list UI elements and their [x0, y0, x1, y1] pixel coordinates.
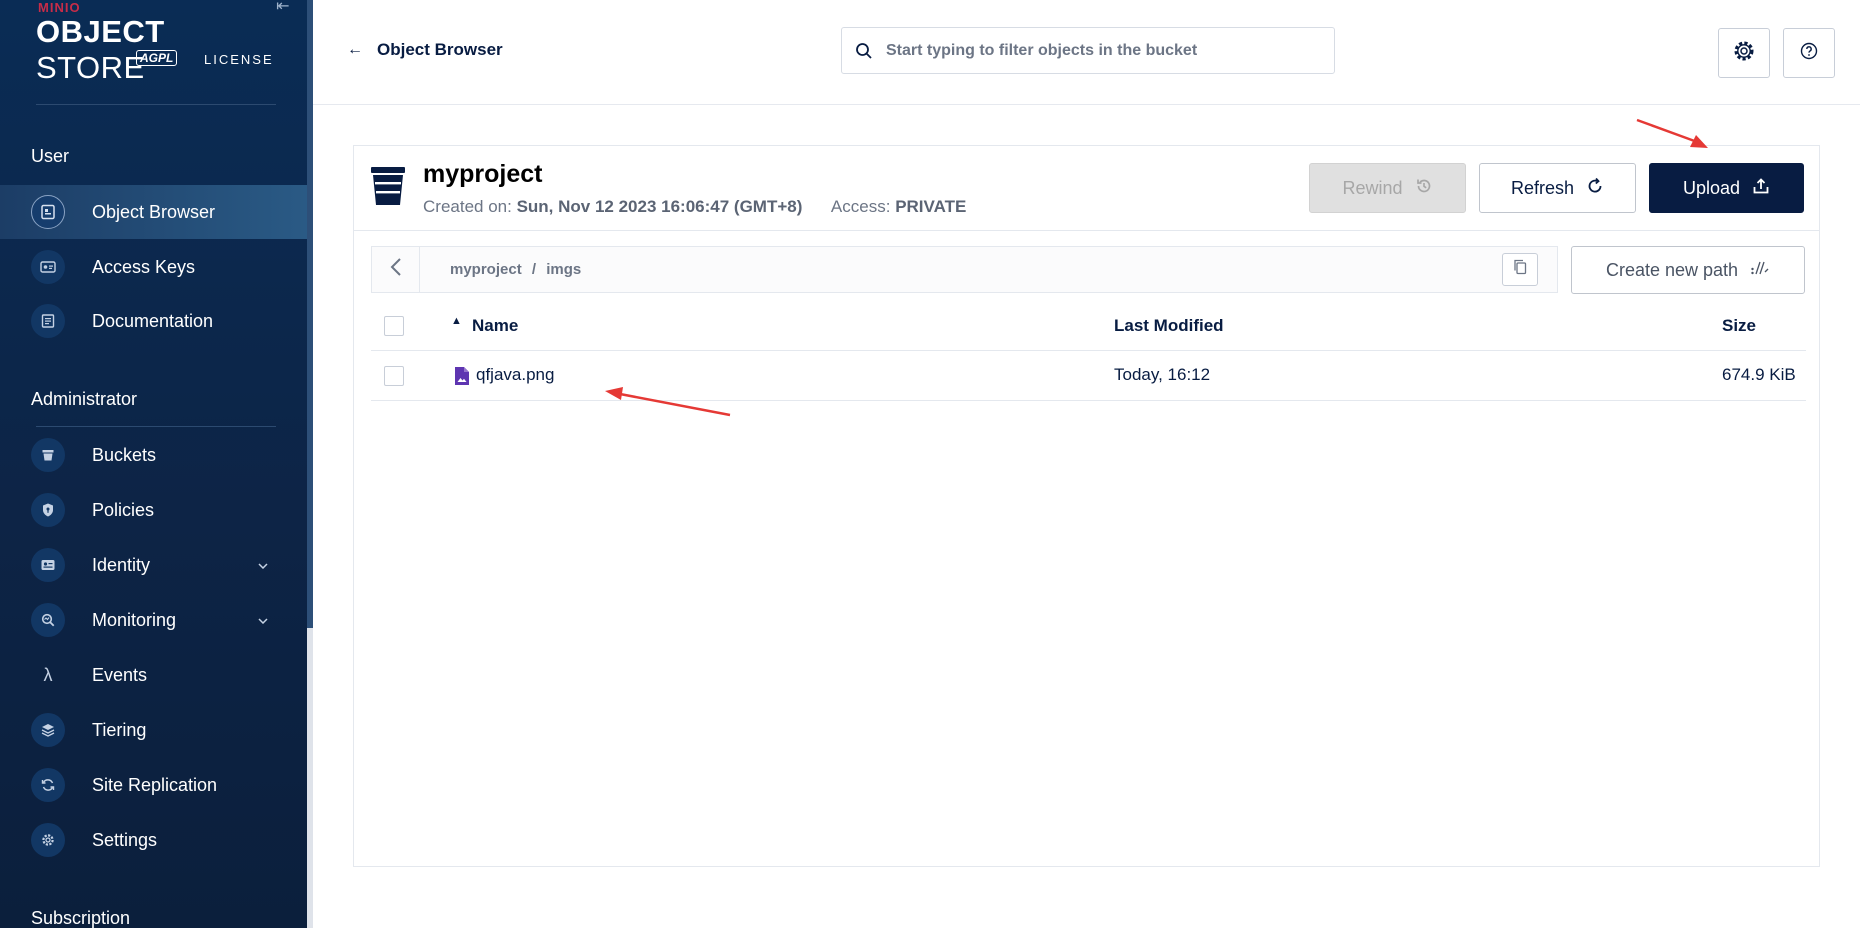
table-header: ▲ Name Last Modified Size	[371, 301, 1806, 351]
rewind-button[interactable]: Rewind	[1309, 163, 1466, 213]
objects-table: ▲ Name Last Modified Size qfjava.png Tod…	[371, 301, 1806, 401]
sidebar-item-label: Object Browser	[92, 201, 216, 222]
settings-button[interactable]	[1718, 28, 1770, 78]
breadcrumb-separator: /	[531, 261, 537, 278]
sidebar-item-identity[interactable]: Identity	[0, 538, 307, 592]
user-section-title: User	[31, 146, 70, 166]
page-title: Object Browser	[377, 40, 503, 59]
table-row[interactable]: qfjava.png Today, 16:12 674.9 KiB	[371, 351, 1806, 401]
lambda-icon: λ	[43, 664, 53, 685]
column-header-size[interactable]: Size	[1722, 316, 1756, 336]
sidebar: MINIO ⇤ OBJECT STORE AGPL LICENSE User O…	[0, 0, 307, 928]
search-input[interactable]	[886, 41, 1306, 60]
replication-icon	[31, 768, 65, 802]
app-root: MINIO ⇤ OBJECT STORE AGPL LICENSE User O…	[0, 0, 1860, 928]
sidebar-item-label: Documentation	[92, 310, 214, 331]
sidebar-item-label: Identity	[92, 554, 151, 575]
tiering-layers-icon	[31, 713, 65, 747]
sidebar-item-buckets[interactable]: Buckets	[0, 428, 307, 482]
refresh-icon	[1586, 177, 1604, 200]
monitoring-icon	[31, 603, 65, 637]
minio-wordmark: MINIO	[38, 0, 81, 15]
subscription-section-title: Subscription	[31, 908, 131, 928]
sidebar-item-label: Settings	[92, 829, 158, 850]
sidebar-item-label: Buckets	[92, 444, 157, 465]
sidebar-item-site-replication[interactable]: Site Replication	[0, 758, 307, 812]
help-button[interactable]	[1783, 28, 1835, 78]
minio-logo: MINIO ⇤ OBJECT STORE AGPL LICENSE	[36, 0, 289, 85]
refresh-button[interactable]: Refresh	[1479, 163, 1636, 213]
upload-icon	[1752, 177, 1770, 200]
sidebar-item-documentation[interactable]: Documentation	[0, 294, 307, 348]
row-checkbox[interactable]	[384, 366, 404, 386]
search-box[interactable]	[841, 27, 1335, 74]
sidebar-item-label: Policies	[92, 499, 155, 520]
sidebar-item-access-keys[interactable]: Access Keys	[0, 240, 307, 294]
gear-icon	[31, 823, 65, 857]
annotation-arrow-upload	[1636, 118, 1708, 148]
select-all-checkbox[interactable]	[384, 316, 404, 336]
copy-path-button[interactable]	[1502, 253, 1538, 286]
breadcrumb-segment-folder[interactable]: imgs	[546, 261, 581, 278]
object-browser-icon	[31, 195, 65, 229]
back-to-object-browser[interactable]: ← Object Browser	[347, 40, 503, 60]
gear-icon	[1731, 38, 1757, 69]
search-icon	[854, 41, 874, 61]
sidebar-item-label: Monitoring	[92, 609, 177, 630]
page-header: ← Object Browser	[313, 0, 1860, 105]
chevron-down-icon[interactable]	[258, 613, 268, 627]
path-back-button[interactable]	[372, 247, 420, 292]
column-header-last-modified[interactable]: Last Modified	[1114, 316, 1224, 336]
upload-button[interactable]: Upload	[1649, 163, 1804, 213]
file-name[interactable]: qfjava.png	[476, 365, 554, 385]
chevron-down-icon[interactable]	[258, 558, 268, 572]
bucket-icon	[370, 166, 406, 206]
arrow-left-icon: ←	[347, 41, 363, 58]
admin-section-title: Administrator	[31, 389, 138, 409]
identity-icon	[31, 548, 65, 582]
sidebar-item-object-browser[interactable]: Object Browser	[0, 185, 307, 239]
bucket-panel: myproject Created on: Sun, Nov 12 2023 1…	[353, 145, 1820, 867]
sidebar-item-settings[interactable]: Settings	[0, 813, 307, 867]
new-path-icon	[1750, 260, 1770, 281]
sidebar-item-monitoring[interactable]: Monitoring	[0, 593, 307, 647]
file-modified: Today, 16:12	[1114, 365, 1211, 384]
agpl-badge: AGPL	[136, 50, 178, 66]
sidebar-item-label: Site Replication	[92, 774, 218, 795]
breadcrumb-segment-bucket[interactable]: myproject	[450, 261, 522, 278]
documentation-icon	[31, 304, 65, 338]
chevron-left-icon	[390, 257, 402, 282]
sidebar-item-policies[interactable]: Policies	[0, 483, 307, 537]
breadcrumb-bar: myproject / imgs	[371, 246, 1558, 293]
sidebar-scrollbar-track	[307, 628, 313, 928]
sidebar-item-tiering[interactable]: Tiering	[0, 703, 307, 757]
sidebar-item-label: Events	[92, 664, 148, 685]
license-label: LICENSE	[204, 52, 274, 67]
bucket-name: myproject	[423, 160, 543, 188]
bucket-header: myproject Created on: Sun, Nov 12 2023 1…	[354, 146, 1819, 231]
history-icon	[1415, 177, 1433, 200]
breadcrumb: myproject / imgs	[450, 261, 587, 278]
policy-shield-icon	[31, 493, 65, 527]
bucket-access-value: PRIVATE	[895, 197, 967, 216]
divider	[36, 104, 276, 105]
access-keys-icon	[31, 250, 65, 284]
file-size: 674.9 KiB	[1722, 365, 1796, 384]
divider	[36, 426, 276, 427]
bucket-icon	[31, 438, 65, 472]
bucket-created-date: Sun, Nov 12 2023 16:06:47 (GMT+8)	[516, 197, 803, 216]
copy-icon	[1513, 259, 1527, 280]
bucket-meta: Created on: Sun, Nov 12 2023 16:06:47 (G…	[423, 197, 967, 216]
column-header-name[interactable]: Name	[472, 316, 518, 336]
sidebar-item-events[interactable]: λ Events	[0, 648, 307, 702]
image-file-icon	[454, 366, 470, 386]
create-new-path-button[interactable]: Create new path	[1571, 246, 1805, 294]
sidebar-item-label: Tiering	[92, 719, 147, 740]
sort-asc-icon[interactable]: ▲	[451, 315, 462, 327]
collapse-sidebar-icon[interactable]: ⇤	[276, 0, 289, 16]
sidebar-item-label: Access Keys	[92, 256, 196, 277]
help-icon	[1800, 42, 1818, 65]
